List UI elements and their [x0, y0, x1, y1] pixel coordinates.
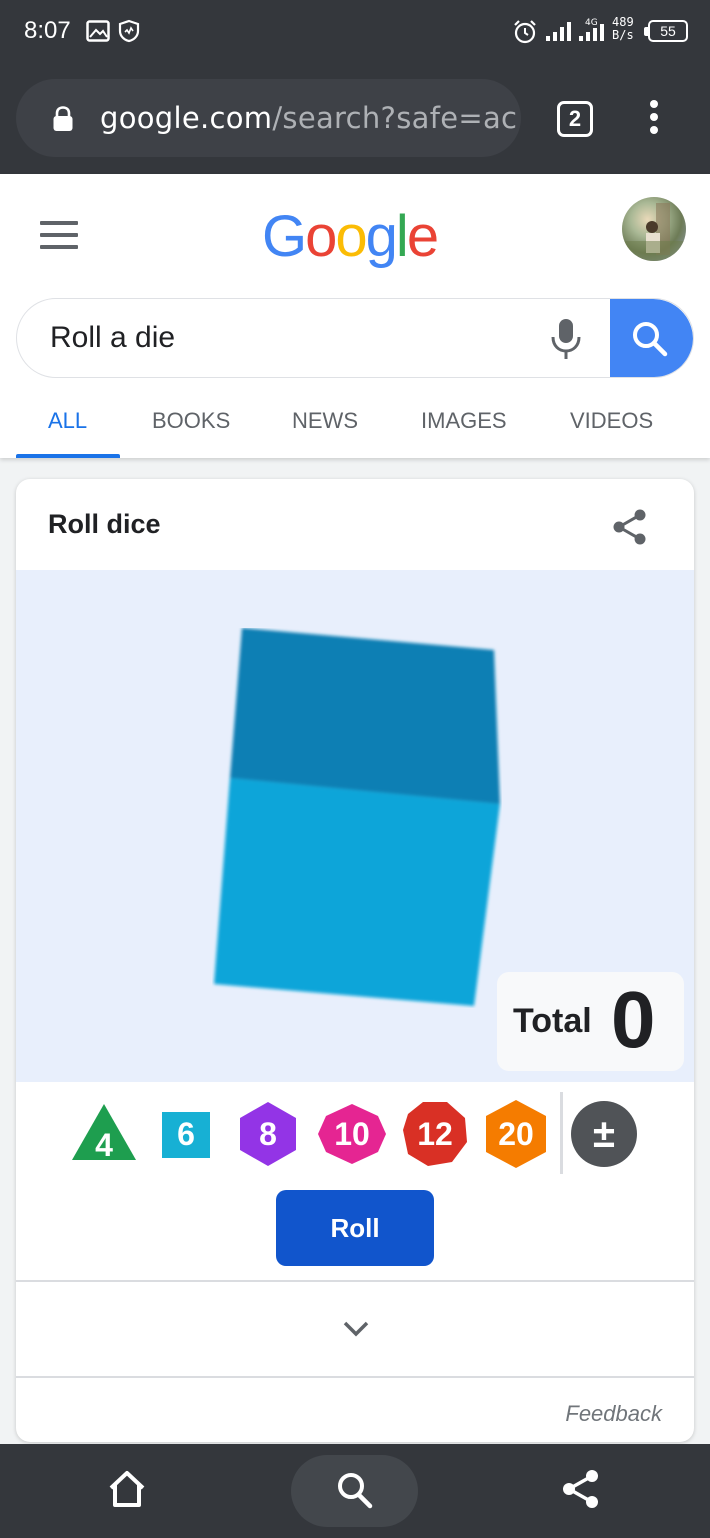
home-icon[interactable]: [105, 1467, 149, 1511]
address-bar[interactable]: google.com/search?safe=ac: [16, 79, 521, 157]
shield-icon: [118, 19, 140, 43]
logo-letter: g: [365, 204, 398, 269]
total-display: Total 0: [497, 972, 684, 1071]
status-bar: 8:07 4G 489 B/s 55: [0, 0, 710, 62]
signal-4g-icon: 4G: [579, 18, 604, 41]
share-icon[interactable]: [559, 1467, 603, 1511]
signal-icon: [546, 22, 571, 41]
search-tab-button[interactable]: [291, 1455, 418, 1527]
search-tabs: ALL BOOKS NEWS IMAGES VIDEOS: [0, 380, 710, 458]
mic-icon[interactable]: [549, 317, 583, 361]
search-input[interactable]: Roll a die: [50, 321, 175, 355]
die-cube[interactable]: [212, 628, 502, 1008]
d4-button[interactable]: 4: [70, 1098, 138, 1170]
logo-letter: G: [262, 204, 307, 269]
divider: [16, 1280, 694, 1282]
status-time: 8:07: [24, 17, 71, 44]
tab-videos[interactable]: VIDEOS: [570, 408, 653, 434]
d6-button[interactable]: 6: [152, 1098, 220, 1170]
lock-icon: [53, 106, 73, 131]
d8-button[interactable]: 8: [234, 1098, 302, 1170]
logo-letter: o: [335, 204, 367, 269]
search-button[interactable]: [610, 299, 693, 377]
modifier-button[interactable]: ±: [570, 1098, 638, 1170]
search-icon: [338, 1473, 373, 1509]
more-options-icon[interactable]: [640, 100, 668, 140]
total-value: 0: [611, 975, 656, 1064]
search-icon: [633, 322, 668, 357]
url-text: google.com/search?safe=ac: [100, 101, 517, 135]
url-path: /search?safe=ac: [272, 101, 518, 135]
url-host: google.com: [100, 101, 273, 135]
d12-button[interactable]: 12: [400, 1098, 470, 1170]
d10-button[interactable]: 10: [316, 1098, 388, 1170]
logo-letter: e: [406, 204, 439, 269]
active-tab-indicator: [16, 454, 120, 458]
logo-letter: o: [305, 204, 337, 269]
share-icon[interactable]: [610, 507, 650, 547]
logo-letter: l: [395, 204, 409, 269]
browser-toolbar: google.com/search?safe=ac 2: [0, 62, 710, 174]
network-speed: 489 B/s: [612, 15, 634, 42]
search-box[interactable]: Roll a die: [16, 298, 694, 378]
d20-button[interactable]: 20: [482, 1098, 550, 1170]
google-header: Google Roll a die ALL BOOKS NEWS IMAGES …: [0, 174, 710, 458]
divider: [16, 1376, 694, 1378]
hamburger-icon[interactable]: [40, 221, 78, 249]
roll-dice-card: Roll dice Total 0 4 6 8 10 12 20 ± Roll …: [16, 479, 694, 1442]
alarm-icon: [514, 20, 536, 44]
card-title: Roll dice: [48, 509, 161, 539]
battery-indicator: 55: [644, 20, 688, 42]
tab-switcher-button[interactable]: 2: [557, 101, 593, 137]
tab-news[interactable]: NEWS: [292, 408, 358, 434]
bottom-navigation: [0, 1444, 710, 1538]
roll-button[interactable]: Roll: [276, 1190, 434, 1266]
dice-selector: 4 6 8 10 12 20 ±: [16, 1082, 694, 1192]
avatar[interactable]: [622, 197, 686, 261]
chevron-down-icon[interactable]: [341, 1317, 371, 1339]
tab-books[interactable]: BOOKS: [152, 408, 230, 434]
tab-images[interactable]: IMAGES: [421, 408, 507, 434]
svg-text:4G: 4G: [585, 18, 598, 28]
google-logo[interactable]: Google: [262, 202, 439, 272]
dice-stage[interactable]: Total 0: [16, 570, 694, 1082]
dice-separator: [560, 1092, 563, 1174]
tab-all[interactable]: ALL: [48, 408, 87, 434]
feedback-link[interactable]: Feedback: [565, 1401, 662, 1427]
total-label: Total: [513, 1002, 592, 1040]
gallery-icon: [86, 20, 110, 42]
